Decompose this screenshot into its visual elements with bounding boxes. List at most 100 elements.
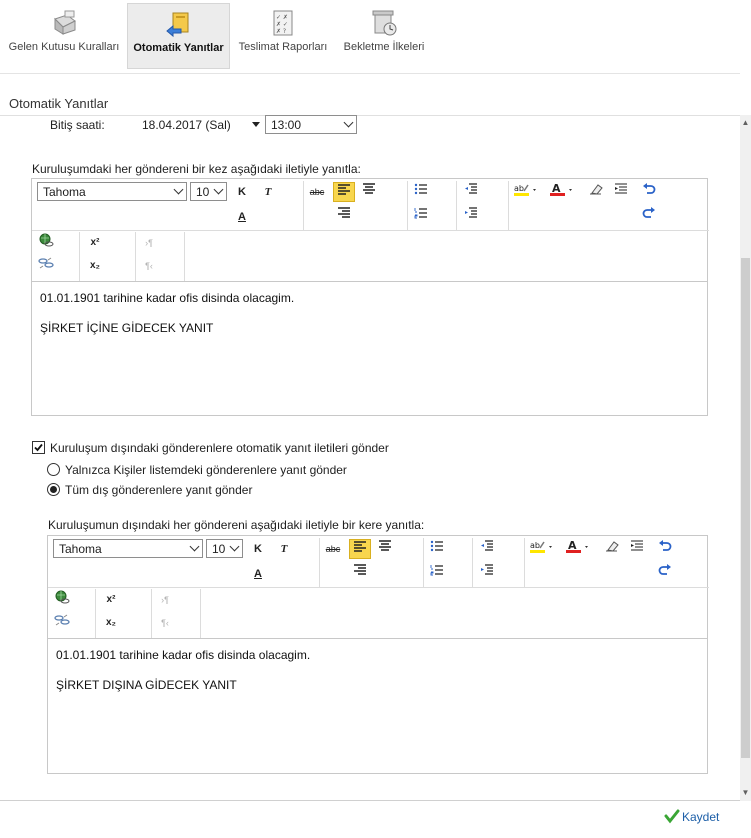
svg-text:ab: ab: [530, 541, 540, 550]
external-editor-toolbar: Tahoma 10 K T A abc ab A x² x₂ ›¶ ¶‹: [48, 536, 709, 639]
rtl-button[interactable]: ¶‹: [138, 256, 160, 276]
vertical-scrollbar[interactable]: ▲ ▼: [740, 115, 751, 801]
panel-divider: [0, 800, 740, 801]
align-center-button[interactable]: [374, 539, 396, 559]
bullet-list-icon: [414, 183, 427, 195]
bold-button[interactable]: K: [247, 539, 269, 559]
end-time-label: Bitiş saati:: [50, 118, 105, 132]
superscript-button[interactable]: x²: [100, 590, 122, 610]
highlight-color-button[interactable]: ab: [528, 539, 558, 559]
bold-button[interactable]: K: [231, 182, 253, 202]
undo-button[interactable]: [638, 182, 660, 202]
svg-text:✗ ?: ✗ ?: [276, 28, 286, 35]
text-direction-icon: [631, 540, 643, 551]
svg-text:✗ ✓: ✗ ✓: [276, 21, 288, 28]
align-left-button[interactable]: [349, 539, 371, 559]
redo-button[interactable]: [654, 563, 676, 583]
italic-button[interactable]: T: [273, 539, 295, 559]
font-style-button[interactable]: A: [247, 564, 269, 584]
tab-inbox-rules-label: Gelen Kutusu Kuralları: [8, 41, 120, 53]
font-color-button[interactable]: A: [548, 182, 578, 202]
redo-icon: [658, 564, 671, 575]
align-right-button[interactable]: [333, 206, 355, 226]
ltr-button[interactable]: ›¶: [154, 590, 176, 610]
text-direction-button[interactable]: [626, 539, 648, 559]
undo-icon: [659, 540, 672, 551]
strikethrough-button[interactable]: abc: [306, 182, 328, 202]
save-label: Kaydet: [682, 810, 720, 824]
align-right-icon: [338, 207, 350, 218]
align-right-button[interactable]: [349, 563, 371, 583]
font-color-icon: A: [566, 539, 588, 553]
outdent-icon: [481, 540, 493, 551]
end-date-value: 18.04.2017 (Sal): [142, 118, 231, 132]
radio-contacts-only-label: Yalnızca Kişiler listemdeki gönderenlere…: [65, 463, 347, 477]
italic-button[interactable]: T: [257, 182, 279, 202]
font-color-icon: A: [550, 182, 572, 196]
tab-retention-policies[interactable]: Bekletme İlkeleri: [336, 3, 432, 69]
insert-link-button[interactable]: [35, 233, 57, 253]
inbox-rules-icon: [54, 10, 76, 35]
subscript-button[interactable]: x₂: [84, 256, 106, 276]
bullet-list-button[interactable]: [426, 539, 448, 559]
indent-icon: [465, 207, 477, 218]
internal-message-body[interactable]: 01.01.1901 tarihine kadar ofis disinda o…: [32, 283, 707, 415]
font-style-button[interactable]: A: [231, 207, 253, 227]
remove-link-button[interactable]: [35, 256, 57, 276]
size-select[interactable]: 10: [190, 182, 227, 201]
font-color-button[interactable]: A: [564, 539, 594, 559]
highlight-color-button[interactable]: ab: [512, 182, 542, 202]
external-reply-label: Kuruluşumun dışındaki her göndereni aşağ…: [48, 518, 425, 532]
undo-button[interactable]: [654, 539, 676, 559]
font-select-value: Tahoma: [59, 542, 102, 556]
decrease-indent-button[interactable]: [460, 182, 482, 202]
external-line-1: 01.01.1901 tarihine kadar ofis disinda o…: [56, 648, 311, 662]
rtl-button[interactable]: ¶‹: [154, 613, 176, 633]
radio-contacts-only[interactable]: [47, 463, 60, 476]
font-select[interactable]: Tahoma: [53, 539, 203, 558]
external-reply-checkbox[interactable]: [32, 441, 45, 454]
redo-button[interactable]: [638, 206, 660, 226]
clear-format-button[interactable]: [601, 539, 623, 559]
indent-icon: [481, 564, 493, 575]
external-message-body[interactable]: 01.01.1901 tarihine kadar ofis disinda o…: [48, 640, 707, 773]
remove-link-button[interactable]: [51, 613, 73, 633]
size-select[interactable]: 10: [206, 539, 243, 558]
end-date-picker[interactable]: 18.04.2017 (Sal): [134, 116, 262, 134]
internal-editor-toolbar: Tahoma 10 K T A abc ab A x² x₂ ›¶ ¶‹: [32, 179, 709, 282]
tab-delivery-reports-label: Teslimat Raporları: [238, 41, 328, 53]
radio-all-external[interactable]: [47, 483, 60, 496]
font-select[interactable]: Tahoma: [37, 182, 187, 201]
align-center-icon: [363, 183, 375, 194]
size-select-value: 10: [196, 185, 210, 199]
scroll-down-icon[interactable]: ▼: [740, 787, 751, 799]
ltr-button[interactable]: ›¶: [138, 233, 160, 253]
tab-inbox-rules[interactable]: Gelen Kutusu Kuralları: [4, 3, 124, 69]
retention-policy-icon: [372, 10, 397, 36]
highlight-icon: ab: [530, 541, 552, 553]
numbered-list-button[interactable]: [426, 563, 448, 583]
bullet-list-button[interactable]: [410, 182, 432, 202]
align-center-button[interactable]: [358, 182, 380, 202]
align-left-button[interactable]: [333, 182, 355, 202]
increase-indent-button[interactable]: [476, 563, 498, 583]
text-direction-button[interactable]: [610, 182, 632, 202]
scroll-thumb[interactable]: [741, 258, 750, 758]
numbered-list-button[interactable]: [410, 206, 432, 226]
superscript-button[interactable]: x²: [84, 233, 106, 253]
numbered-list-icon: [430, 565, 443, 576]
insert-link-button[interactable]: [51, 590, 73, 610]
increase-indent-button[interactable]: [460, 206, 482, 226]
globe-link-icon: [39, 233, 54, 247]
scroll-up-icon[interactable]: ▲: [740, 117, 751, 129]
checkmark-icon: [664, 809, 680, 824]
tab-auto-replies[interactable]: Otomatik Yanıtlar: [127, 3, 230, 69]
clear-format-button[interactable]: [585, 182, 607, 202]
end-time-select[interactable]: 13:00: [265, 115, 357, 134]
auto-reply-icon: [165, 12, 188, 38]
tab-delivery-reports[interactable]: ✓ ✗ ✗ ✓ ✗ ? Teslimat Raporları: [233, 3, 333, 69]
strikethrough-button[interactable]: abc: [322, 539, 344, 559]
numbered-list-icon: [414, 208, 427, 219]
decrease-indent-button[interactable]: [476, 539, 498, 559]
subscript-button[interactable]: x₂: [100, 613, 122, 633]
